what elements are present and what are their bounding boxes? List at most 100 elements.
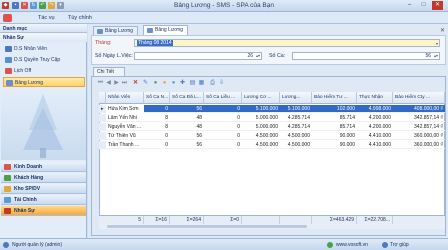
cell-base-salary[interactable]: 5.000.000: [242, 114, 280, 122]
header-net-pay[interactable]: Thực Nhận: [357, 92, 393, 104]
first-icon[interactable]: ⏮: [97, 80, 104, 87]
cell-net-pay[interactable]: 4.200.000: [357, 123, 393, 131]
status-help[interactable]: Trợ giúp: [390, 242, 409, 248]
shifts-input[interactable]: 56 ▴▾: [292, 52, 440, 60]
cell-insurance-self[interactable]: 90.000: [312, 132, 357, 140]
cell-net-pay[interactable]: 4.998.000: [357, 105, 393, 113]
horizontal-scrollbar[interactable]: [99, 224, 445, 229]
cell-insurance-company[interactable]: 360.000,00 ₫: [393, 141, 445, 149]
month-picker[interactable]: Tháng 08 2014 ▾: [134, 39, 440, 47]
spinner-icon[interactable]: ▴▾: [434, 53, 438, 59]
cell-shifts-worked[interactable]: 56: [170, 132, 204, 140]
delete-icon[interactable]: ✕: [132, 80, 139, 87]
header-employee[interactable]: Nhân Viên: [106, 92, 144, 104]
table-row[interactable]: Trần Thanh ... 0 56 0 4.500.000 4.500.000 90.0…: [99, 141, 445, 149]
close-button[interactable]: ✕: [432, 1, 443, 10]
menu-tasks[interactable]: Tác vụ: [38, 15, 55, 21]
header-insurance-company[interactable]: Bảo Hiểm Cty ...: [393, 92, 445, 104]
cell-shifts-required[interactable]: 0: [144, 132, 170, 140]
copy-icon[interactable]: ▤: [189, 80, 196, 87]
cell-base-salary[interactable]: 5.100.000: [242, 105, 280, 113]
category-sales[interactable]: Kinh Doanh: [1, 162, 86, 172]
row-indicator[interactable]: [99, 114, 106, 122]
cell-base-salary[interactable]: 4.500.000: [242, 132, 280, 140]
add-icon[interactable]: ✚: [179, 80, 186, 87]
table-row[interactable]: Từ Thiên Vũ 0 56 0 4.500.000 4.500.000 90.000 4…: [99, 132, 445, 140]
cell-shifts-extra[interactable]: 0: [204, 123, 242, 131]
cell-shifts-required[interactable]: 8: [144, 123, 170, 131]
header-shifts-extra[interactable]: Số Ca Liều ...: [204, 92, 242, 104]
workdays-input[interactable]: 26 ▴▾: [134, 52, 262, 60]
minimize-button[interactable]: –: [404, 1, 415, 10]
cell-shifts-required[interactable]: 8: [144, 114, 170, 122]
cell-shifts-extra[interactable]: 0: [204, 132, 242, 140]
grid-icon[interactable]: ▦: [198, 80, 205, 87]
table-row[interactable]: ▸ Hứa Kim Sơn 0 56 0 5.100.000 5.100.000 102.00…: [99, 105, 445, 113]
last-icon[interactable]: ⏭: [121, 80, 128, 87]
cell-employee[interactable]: Hứa Kim Sơn: [106, 105, 144, 113]
cell-shifts-required[interactable]: 0: [144, 105, 170, 113]
nav-item-access[interactable]: D.S Quyền Truy Cập: [3, 55, 85, 65]
nav-item-payroll[interactable]: Bảng Lương: [3, 77, 85, 87]
detail-tab[interactable]: Chi Tiết: [93, 67, 125, 76]
cell-insurance-self[interactable]: 102.000: [312, 105, 357, 113]
cell-employee[interactable]: Từ Thiên Vũ: [106, 132, 144, 140]
cell-shifts-extra[interactable]: 0: [204, 114, 242, 122]
cell-shifts-worked[interactable]: 56: [170, 141, 204, 149]
cell-net-pay[interactable]: 4.410.000: [357, 141, 393, 149]
cell-shifts-extra[interactable]: 0: [204, 141, 242, 149]
status-website[interactable]: www.vosoft.vn: [336, 242, 368, 248]
cell-salary[interactable]: 4.285.714: [280, 114, 312, 122]
export-icon[interactable]: ⇩: [218, 80, 225, 87]
dropdown-icon[interactable]: ▾: [436, 41, 438, 47]
cell-shifts-worked[interactable]: 56: [170, 105, 204, 113]
menu-settings[interactable]: Tùy chỉnh: [68, 15, 92, 21]
cell-employee[interactable]: Trần Thanh ...: [106, 141, 144, 149]
nav-item-dayoff[interactable]: Lịch Off: [3, 66, 85, 76]
category-customers[interactable]: Khách Hàng: [1, 173, 86, 183]
tab-payroll-1[interactable]: Bảng Lương: [93, 26, 139, 35]
row-indicator[interactable]: ▸: [99, 105, 106, 113]
cell-base-salary[interactable]: 4.500.000: [242, 141, 280, 149]
cell-employee[interactable]: Lâm Yến Nhi: [106, 114, 144, 122]
category-hr[interactable]: Nhân Sự: [1, 206, 86, 216]
cell-net-pay[interactable]: 4.200.000: [357, 114, 393, 122]
next-icon[interactable]: ▶: [113, 80, 120, 87]
header-shifts-required[interactable]: Số Ca N...: [144, 92, 170, 104]
cell-salary[interactable]: 5.100.000: [280, 105, 312, 113]
maximize-button[interactable]: □: [418, 1, 429, 10]
cell-insurance-company[interactable]: 360.000,00 ₫: [393, 132, 445, 140]
app-menu-icon[interactable]: [3, 14, 12, 22]
cell-insurance-self[interactable]: 85.714: [312, 123, 357, 131]
tab-payroll-2[interactable]: Bảng Lương: [143, 25, 189, 35]
cell-insurance-self[interactable]: 85.714: [312, 114, 357, 122]
cell-net-pay[interactable]: 4.410.000: [357, 132, 393, 140]
print-icon[interactable]: ⎙: [209, 80, 216, 87]
cell-shifts-worked[interactable]: 48: [170, 123, 204, 131]
cell-shifts-extra[interactable]: 0: [204, 105, 242, 113]
spinner-icon[interactable]: ▴▾: [256, 53, 260, 59]
cancel-icon[interactable]: ●: [161, 80, 168, 87]
cell-base-salary[interactable]: 5.000.000: [242, 123, 280, 131]
cell-insurance-self[interactable]: 90.000: [312, 141, 357, 149]
scroll-thumb[interactable]: [107, 225, 307, 228]
save-icon[interactable]: ●: [152, 80, 159, 87]
cell-insurance-company[interactable]: 342.857,14 ₫: [393, 123, 445, 131]
nav-item-employees[interactable]: D.S Nhân Viên: [3, 44, 85, 54]
cell-employee[interactable]: Nguyễn Văn ...: [106, 123, 144, 131]
category-inventory[interactable]: Kho SP/DV: [1, 184, 86, 194]
row-indicator[interactable]: [99, 123, 106, 131]
cell-salary[interactable]: 4.500.000: [280, 132, 312, 140]
table-row[interactable]: Nguyễn Văn ... 8 48 0 5.000.000 4.285.714 85.7…: [99, 123, 445, 131]
header-insurance-self[interactable]: Bảo Hiểm Tư ...: [312, 92, 357, 104]
header-base-salary[interactable]: Lương Cơ ...: [242, 92, 280, 104]
category-finance[interactable]: Tài Chính: [1, 195, 86, 205]
cell-shifts-required[interactable]: 0: [144, 141, 170, 149]
prev-icon[interactable]: ◀: [105, 80, 112, 87]
table-row[interactable]: Lâm Yến Nhi 8 48 0 5.000.000 4.285.714 85.714 4…: [99, 114, 445, 122]
row-indicator[interactable]: [99, 132, 106, 140]
header-salary[interactable]: Lương...: [280, 92, 312, 104]
header-shifts-worked[interactable]: Số Ca Đã L...: [170, 92, 204, 104]
cell-salary[interactable]: 4.285.714: [280, 123, 312, 131]
cell-insurance-company[interactable]: 342.857,14 ₫: [393, 114, 445, 122]
